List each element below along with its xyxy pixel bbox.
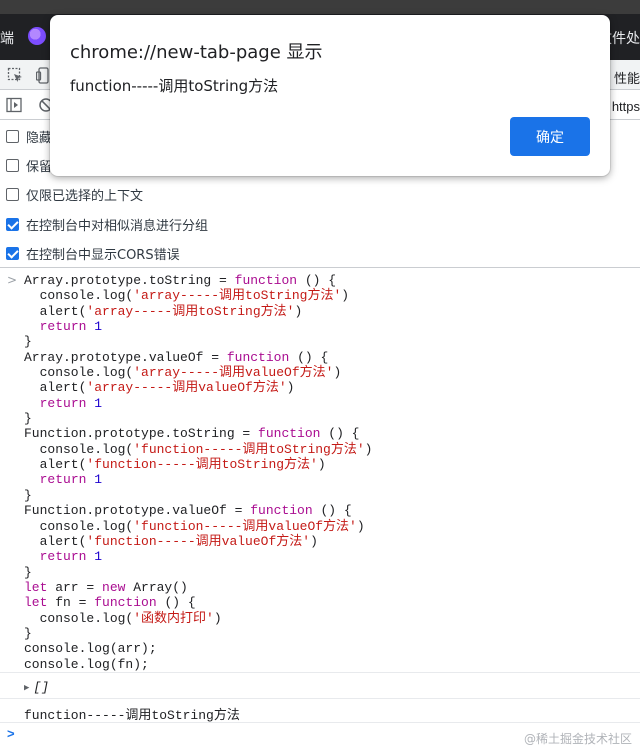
alert-dialog: chrome://new-tab-page 显示 function-----调用…	[50, 15, 610, 176]
code-line: alert('array-----调用valueOf方法')	[24, 380, 295, 396]
console-output-log: function-----调用toString方法	[24, 708, 240, 723]
setting-checkbox[interactable]	[6, 158, 19, 172]
browser-app-logo-icon[interactable]	[28, 27, 46, 45]
code-line: return 1	[39, 472, 103, 488]
dialog-message: function-----调用toString方法	[70, 77, 279, 95]
code-line: return 1	[39, 319, 103, 335]
code-line: let arr = new Array()	[24, 579, 188, 595]
console-divider	[0, 698, 640, 699]
input-echo-chevron-icon: >	[7, 273, 18, 287]
code-line: alert('array-----调用toString方法')	[24, 303, 303, 319]
setting-label: 隐藏	[26, 130, 53, 146]
window-top-bar	[0, 0, 640, 14]
setting-row-group-similar[interactable]: 在控制台中对相似消息进行分组	[6, 214, 208, 234]
console-input-code: Array.prototype.toString = function () {…	[24, 273, 372, 672]
code-line: console.log('function-----调用valueOf方法')	[24, 518, 365, 534]
expand-triangle-icon[interactable]: ▶	[24, 683, 29, 693]
array-value: []	[33, 680, 50, 695]
console-prompt-icon[interactable]: >	[7, 726, 15, 741]
code-line: alert('function-----调用toString方法')	[24, 457, 326, 473]
setting-label: 在控制台中显示CORS错误	[26, 247, 180, 263]
code-line: alert('function-----调用valueOf方法')	[24, 533, 318, 549]
code-line: console.log('array-----调用valueOf方法')	[24, 365, 342, 381]
setting-row-cors-errors[interactable]: 在控制台中显示CORS错误	[6, 243, 180, 263]
console-sidebar-icon[interactable]	[6, 97, 22, 117]
setting-label: 在控制台中对相似消息进行分组	[26, 218, 209, 234]
code-line: }	[24, 487, 32, 503]
code-line: Array.prototype.toString = function () {	[24, 273, 337, 288]
code-line: Array.prototype.valueOf = function () {	[24, 349, 329, 365]
code-line: return 1	[39, 549, 103, 565]
setting-checkbox[interactable]	[6, 217, 19, 231]
console-output-array[interactable]: ▶ []	[24, 680, 49, 695]
dialog-title: chrome://new-tab-page 显示	[70, 42, 323, 63]
setting-checkbox[interactable]	[6, 187, 19, 201]
code-line: }	[24, 564, 32, 580]
code-line: }	[24, 625, 32, 641]
setting-checkbox[interactable]	[6, 246, 19, 260]
console-divider	[0, 672, 640, 673]
code-line: console.log('函数内打印')	[24, 610, 222, 626]
code-line: console.log(arr);	[24, 641, 157, 657]
code-line: console.log('function-----调用toString方法')	[24, 441, 373, 457]
watermark: @稀土掘金技术社区	[523, 732, 632, 746]
setting-row-selected-context[interactable]: 仅限已选择的上下文	[6, 184, 143, 204]
code-line: Function.prototype.valueOf = function ()…	[24, 503, 352, 519]
code-line: let fn = function () {	[24, 595, 196, 611]
code-line: console.log('array-----调用toString方法')	[24, 288, 350, 304]
setting-label: 仅限已选择的上下文	[26, 188, 144, 204]
code-line: return 1	[39, 395, 103, 411]
inspect-element-icon[interactable]	[7, 67, 24, 88]
console-divider	[0, 722, 640, 723]
code-line: }	[24, 411, 32, 427]
device-toolbar-icon[interactable]	[35, 67, 50, 88]
context-url-fragment[interactable]: https	[606, 99, 640, 114]
code-line: console.log(fn);	[24, 656, 149, 672]
ok-button[interactable]: 确定	[510, 117, 590, 156]
setting-row-hide-network[interactable]: 隐藏	[6, 126, 52, 146]
tab-title-fragment-left[interactable]: 端	[0, 28, 14, 48]
code-line: Function.prototype.toString = function (…	[24, 426, 360, 442]
code-line: }	[24, 334, 32, 350]
setting-checkbox[interactable]	[6, 129, 19, 143]
performance-tab[interactable]: 性能	[614, 68, 640, 87]
setting-label: 保留	[26, 159, 53, 175]
setting-row-preserve-log[interactable]: 保留	[6, 155, 52, 175]
